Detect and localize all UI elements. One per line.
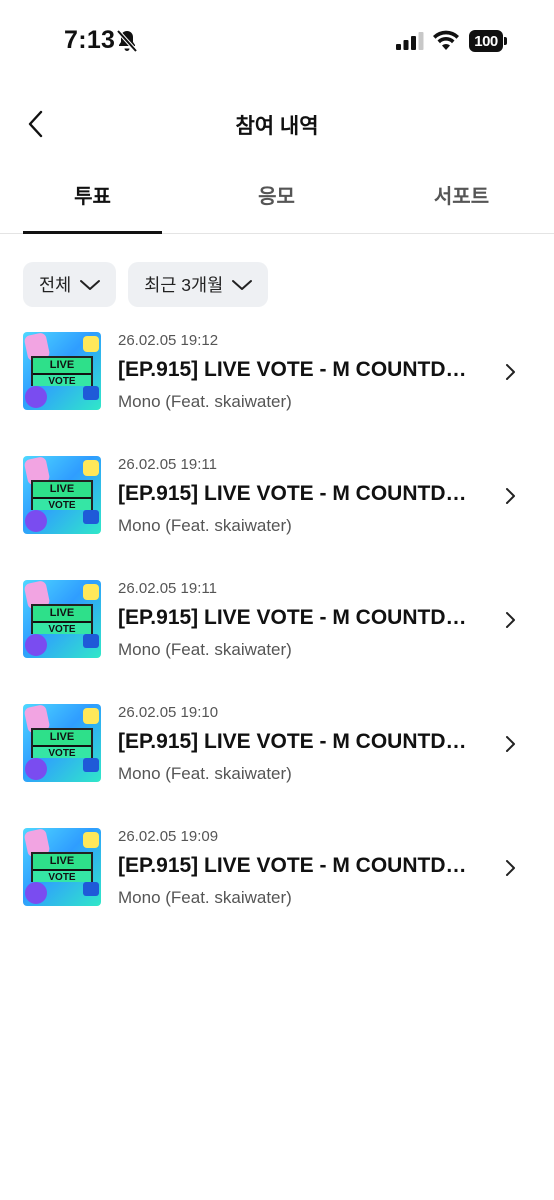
item-date: 26.02.05 19:11 xyxy=(118,580,217,597)
tab-bar: 투표 응모 서포트 xyxy=(0,172,554,234)
item-date: 26.02.05 19:09 xyxy=(118,828,219,845)
item-title: [EP.915] LIVE VOTE - M COUNTDOWN xyxy=(118,854,472,877)
thumbnail-line1: LIVE xyxy=(33,730,91,745)
chevron-right-icon xyxy=(506,860,515,876)
header: 참여 내역 xyxy=(0,92,554,154)
item-title: [EP.915] LIVE VOTE - M COUNTDOWN xyxy=(118,358,472,381)
battery-level: 100 xyxy=(469,30,503,52)
list-item[interactable]: LIVE VOTE 26.02.05 19:11 [EP.915] LIVE V… xyxy=(0,454,554,538)
bell-slash-icon xyxy=(116,29,138,53)
item-date: 26.02.05 19:12 xyxy=(118,332,219,349)
signal-icon xyxy=(396,32,424,50)
item-subtitle: Mono (Feat. skaiwater) xyxy=(118,888,292,907)
chevron-right-icon xyxy=(506,612,515,628)
list-item[interactable]: LIVE VOTE 26.02.05 19:09 [EP.915] LIVE V… xyxy=(0,826,554,910)
chevron-right-icon xyxy=(506,488,515,504)
item-date: 26.02.05 19:10 xyxy=(118,704,219,721)
filter-type-dropdown[interactable]: 전체 xyxy=(23,262,117,307)
filter-period-label: 최근 3개월 xyxy=(144,275,224,295)
thumbnail-line2: VOTE xyxy=(33,497,91,511)
item-title: [EP.915] LIVE VOTE - M COUNTDOWN xyxy=(118,730,472,753)
live-vote-thumbnail: LIVE VOTE xyxy=(23,456,101,534)
thumbnail-line1: LIVE xyxy=(33,358,91,373)
chevron-down-icon xyxy=(80,279,101,290)
live-vote-thumbnail: LIVE VOTE xyxy=(23,828,101,906)
thumbnail-line1: LIVE xyxy=(33,606,91,621)
thumbnail-line2: VOTE xyxy=(33,869,91,883)
item-title: [EP.915] LIVE VOTE - M COUNTDOWN xyxy=(118,606,472,629)
chevron-down-icon xyxy=(232,279,253,290)
item-subtitle: Mono (Feat. skaiwater) xyxy=(118,764,292,783)
thumbnail-line2: VOTE xyxy=(33,621,91,635)
wifi-icon xyxy=(433,30,459,50)
item-subtitle: Mono (Feat. skaiwater) xyxy=(118,640,292,659)
tab-support[interactable]: 서포트 xyxy=(392,172,531,233)
filter-bar: 전체 최근 3개월 xyxy=(23,262,269,307)
thumbnail-line2: VOTE xyxy=(33,745,91,759)
item-date: 26.02.05 19:11 xyxy=(118,456,217,473)
live-vote-thumbnail: LIVE VOTE xyxy=(23,704,101,782)
status-bar: 7:13 100 xyxy=(0,0,554,80)
live-vote-thumbnail: LIVE VOTE xyxy=(23,332,101,410)
status-time: 7:13 xyxy=(64,26,116,54)
list-item[interactable]: LIVE VOTE 26.02.05 19:10 [EP.915] LIVE V… xyxy=(0,702,554,786)
participation-history-screen: 7:13 100 참여 내역 투표 응모 서포트 전체 최근 3개월 LIVE … xyxy=(0,0,554,1200)
list-item[interactable]: LIVE VOTE 26.02.05 19:12 [EP.915] LIVE V… xyxy=(0,330,554,414)
live-vote-thumbnail: LIVE VOTE xyxy=(23,580,101,658)
thumbnail-line2: VOTE xyxy=(33,373,91,387)
filter-period-dropdown[interactable]: 최근 3개월 xyxy=(128,262,269,307)
page-title: 참여 내역 xyxy=(235,115,319,138)
thumbnail-line1: LIVE xyxy=(33,854,91,869)
item-subtitle: Mono (Feat. skaiwater) xyxy=(118,392,292,411)
battery-cap xyxy=(504,37,507,45)
battery-icon: 100 xyxy=(469,30,507,52)
item-subtitle: Mono (Feat. skaiwater) xyxy=(118,516,292,535)
chevron-right-icon xyxy=(506,736,515,752)
chevron-right-icon xyxy=(506,364,515,380)
tab-vote[interactable]: 투표 xyxy=(23,172,162,234)
tab-entry[interactable]: 응모 xyxy=(207,172,346,233)
filter-type-label: 전체 xyxy=(39,275,72,295)
thumbnail-line1: LIVE xyxy=(33,482,91,497)
item-title: [EP.915] LIVE VOTE - M COUNTDOWN xyxy=(118,482,472,505)
list-item[interactable]: LIVE VOTE 26.02.05 19:11 [EP.915] LIVE V… xyxy=(0,578,554,662)
